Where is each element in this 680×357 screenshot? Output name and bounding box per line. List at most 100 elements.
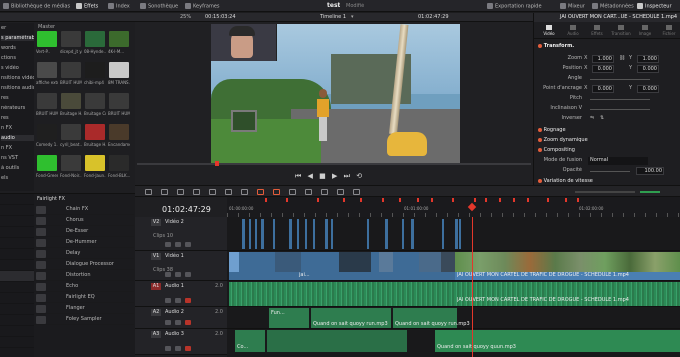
lock-icon[interactable]: [165, 272, 171, 277]
bin-tree-item[interactable]: audio: [1, 135, 34, 141]
effect-item[interactable]: De-Esser: [34, 226, 134, 237]
media-thumbnail[interactable]: Bruitage H...: [60, 93, 82, 121]
inspector-tab-1[interactable]: Audio: [562, 24, 584, 38]
bin-tree-item[interactable]: s vidéo: [1, 65, 34, 71]
ruler-marker[interactable]: [474, 198, 476, 202]
ruler-marker[interactable]: [513, 198, 515, 202]
pitch-slider[interactable]: [590, 99, 650, 100]
enabled-dot-icon[interactable]: [538, 127, 542, 132]
media-thumbnail[interactable]: Comedy 1...: [36, 124, 58, 152]
effect-item[interactable]: Foley Sampler: [34, 314, 134, 325]
go-to-end-icon[interactable]: ⏭: [344, 172, 350, 180]
eye-icon[interactable]: [175, 242, 181, 247]
effects-category-row[interactable]: [0, 249, 34, 260]
ruler-marker[interactable]: [399, 198, 401, 202]
effect-item[interactable]: Delay: [34, 248, 134, 259]
bin-tree-item[interactable]: els: [1, 175, 34, 181]
viewer-scrub-bar[interactable]: [137, 163, 531, 165]
timeline-name[interactable]: Timeline 1: [320, 14, 346, 20]
replace-icon[interactable]: [241, 189, 248, 195]
video-clip-v2[interactable]: [455, 219, 458, 249]
dynamic-trim-icon[interactable]: [177, 189, 184, 195]
effects-category-row[interactable]: [0, 293, 34, 304]
step-back-icon[interactable]: ◀: [308, 172, 313, 180]
position-y-field[interactable]: 0.000: [637, 65, 659, 73]
effects-category-row[interactable]: [0, 326, 34, 337]
angle-slider[interactable]: [590, 79, 650, 80]
effects-category-row[interactable]: [0, 315, 34, 326]
viewer-zoom[interactable]: 25%: [180, 14, 191, 20]
audio-clip-fun[interactable]: Fun...: [269, 308, 309, 328]
bin-tree-item[interactable]: nsitions vidéo: [1, 75, 34, 81]
yaw-slider[interactable]: [590, 109, 650, 110]
volume-slider[interactable]: [640, 191, 660, 193]
effects-category-row[interactable]: [0, 216, 34, 227]
inspector-tab[interactable]: Inspecteur: [637, 3, 672, 10]
go-to-start-icon[interactable]: ⏮: [295, 172, 301, 180]
flip-vertical-icon[interactable]: ⇅: [600, 115, 604, 121]
mute-icon[interactable]: [185, 242, 191, 247]
bin-tree-item[interactable]: ns VST: [1, 155, 34, 161]
eye-icon[interactable]: [175, 298, 181, 303]
video-clip-v2[interactable]: [273, 219, 275, 249]
ruler-marker[interactable]: [360, 198, 362, 202]
lock-icon[interactable]: [165, 298, 171, 303]
effect-item[interactable]: Dialogue Processor: [34, 259, 134, 270]
inspector-tab-3[interactable]: Transition: [610, 24, 632, 38]
video-clip-v2[interactable]: [402, 219, 404, 249]
ruler-marker[interactable]: [452, 198, 454, 202]
trim-icon[interactable]: [161, 189, 168, 195]
ruler-marker[interactable]: [286, 198, 288, 202]
effects-category-row[interactable]: [0, 260, 34, 271]
media-thumbnail[interactable]: Fond-Jaun...: [84, 155, 106, 183]
effect-item[interactable]: Distortion: [34, 270, 134, 281]
opacity-slider[interactable]: [590, 171, 630, 172]
bin-tree-item[interactable]: nsitions audio: [1, 85, 34, 91]
viewer-playhead[interactable]: [215, 161, 219, 166]
mute-icon[interactable]: [185, 272, 191, 277]
mute-icon[interactable]: [185, 346, 191, 351]
effects-category-row[interactable]: [0, 304, 34, 315]
ruler-marker[interactable]: [265, 198, 267, 202]
speed-change-section[interactable]: Variation de vitesse: [538, 178, 593, 184]
inspector-tab-5[interactable]: Fichier: [658, 24, 680, 38]
lock-icon[interactable]: [165, 346, 171, 351]
ruler-marker[interactable]: [343, 198, 345, 202]
effects-category-row[interactable]: [0, 348, 34, 357]
dynamic-zoom-section[interactable]: Zoom dynamique: [538, 137, 588, 143]
video-clip-v2[interactable]: [411, 219, 414, 249]
eye-icon[interactable]: [175, 320, 181, 325]
video-clip-v2[interactable]: [261, 219, 264, 249]
video-clip-v2[interactable]: [305, 219, 307, 249]
bin-tree-item[interactable]: res: [1, 95, 34, 101]
video-clip-v2[interactable]: [385, 219, 388, 249]
enabled-dot-icon[interactable]: [538, 137, 542, 142]
zoom-out-icon[interactable]: [353, 189, 360, 195]
blend-mode-select[interactable]: Normal: [588, 157, 648, 165]
link-icon[interactable]: ⛓: [619, 55, 625, 61]
media-thumbnail[interactable]: affiche extr...: [36, 62, 58, 90]
video-clip-v2[interactable]: [331, 219, 333, 249]
media-thumbnail[interactable]: Bruitage Cr...: [84, 93, 106, 121]
index-tab[interactable]: Index: [108, 3, 130, 10]
media-thumbnail[interactable]: BRUIT HUM...: [60, 62, 82, 90]
ruler-marker[interactable]: [317, 198, 319, 202]
effects-category-row[interactable]: [0, 271, 34, 282]
bin-tree-item[interactable]: à outils: [1, 165, 34, 171]
timeline-playhead[interactable]: [472, 217, 473, 357]
lock-icon[interactable]: [165, 242, 171, 247]
media-thumbnail[interactable]: 08-Hynde...: [84, 31, 106, 59]
video-clip-v2[interactable]: [242, 219, 245, 249]
sound-library-tab[interactable]: Sonothèque: [140, 3, 178, 10]
media-thumbnail[interactable]: 8M TRANS...: [108, 62, 130, 90]
video-clip-v2[interactable]: [442, 219, 444, 249]
metadata-tab[interactable]: Métadonnées: [592, 3, 634, 10]
bin-tree-item[interactable]: ctions: [1, 55, 34, 61]
link-icon[interactable]: [273, 189, 280, 195]
effects-category-row[interactable]: [0, 282, 34, 293]
effects-tab[interactable]: Effets: [76, 3, 98, 10]
pointer-icon[interactable]: [145, 189, 152, 195]
bin-tree-item[interactable]: res: [1, 115, 34, 121]
keyframes-tab[interactable]: Keyframes: [185, 3, 220, 10]
transform-section[interactable]: Transform.: [538, 43, 574, 49]
